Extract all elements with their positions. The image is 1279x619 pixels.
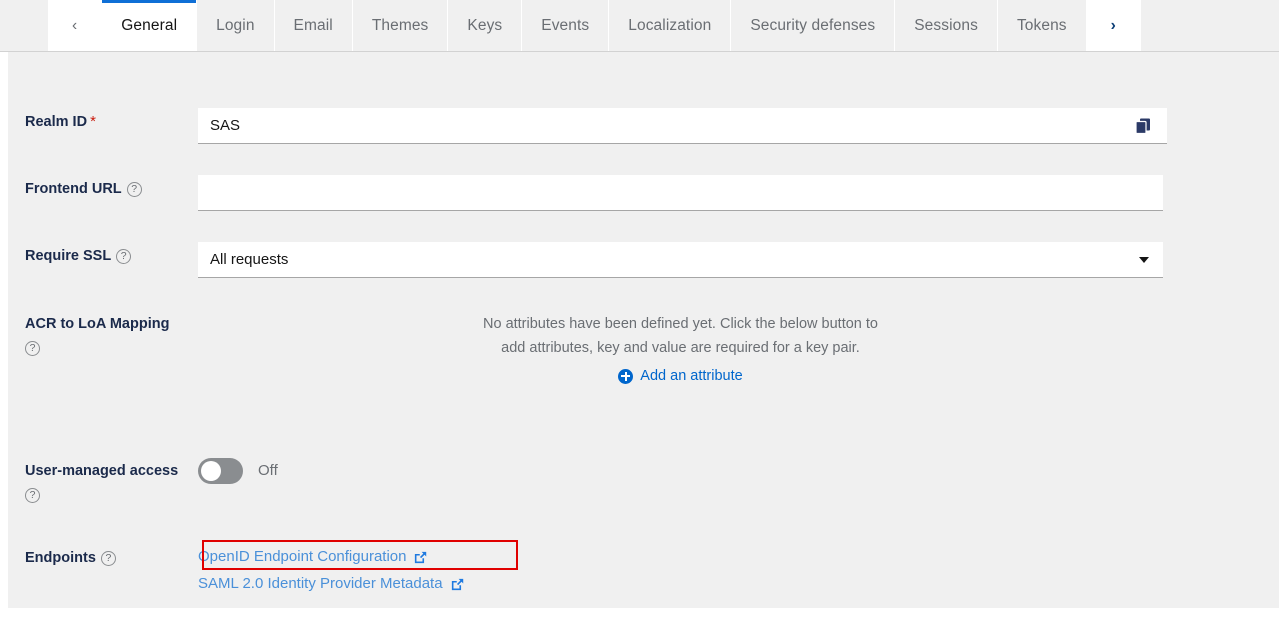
toggle-knob — [201, 461, 221, 481]
tab-general[interactable]: General — [102, 0, 197, 52]
required-marker: * — [90, 113, 96, 130]
endpoint-link-saml-metadata[interactable]: SAML 2.0 Identity Provider Metadata — [198, 571, 465, 597]
tab-label: Sessions — [914, 17, 978, 35]
tab-login[interactable]: Login — [197, 0, 274, 52]
tab-scroll-previous-button[interactable]: ‹ — [48, 0, 102, 52]
form-row-endpoints: Endpoints? OpenID Endpoint Configuration… — [8, 544, 465, 597]
endpoints-label: Endpoints? — [8, 544, 198, 568]
form-row-user-managed-access: User-managed access ? Off — [8, 457, 278, 503]
help-circle-icon[interactable]: ? — [116, 249, 131, 264]
form-row-acr-to-loa-mapping: ACR to LoA Mapping ? No attributes have … — [8, 310, 1163, 389]
tab-label: Security defenses — [750, 17, 875, 35]
tabbar-left-spacer — [0, 0, 48, 52]
add-an-attribute-button[interactable]: Add an attribute — [618, 368, 742, 384]
tab-label: Keys — [467, 17, 502, 35]
tab-tokens[interactable]: Tokens — [998, 0, 1087, 52]
user-managed-access-state: Off — [258, 458, 278, 484]
chevron-down-icon — [1139, 257, 1149, 263]
require-ssl-selected-value: All requests — [210, 242, 288, 278]
frontend-url-label: Frontend URL? — [8, 175, 198, 199]
endpoint-link-label: OpenID Endpoint Configuration — [198, 544, 406, 570]
endpoint-link-openid-configuration-wrapper: OpenID Endpoint Configuration — [198, 544, 465, 570]
tab-label: General — [121, 17, 177, 35]
plus-circle-icon — [618, 369, 633, 384]
tab-events[interactable]: Events — [522, 0, 609, 52]
external-link-icon — [450, 577, 465, 592]
endpoint-link-saml-metadata-wrapper: SAML 2.0 Identity Provider Metadata — [198, 571, 465, 597]
chevron-left-icon: ‹ — [72, 17, 77, 35]
acr-to-loa-label: ACR to LoA Mapping ? — [8, 310, 198, 356]
help-circle-icon[interactable]: ? — [25, 341, 40, 356]
endpoints-link-list: OpenID Endpoint Configuration SAML 2.0 I… — [198, 544, 465, 597]
tab-label: Themes — [372, 17, 429, 35]
realm-settings-tabbar: ‹ General Login Email Themes Keys Events… — [0, 0, 1279, 52]
tab-security-defenses[interactable]: Security defenses — [731, 0, 895, 52]
tabbar-right-spacer — [1141, 0, 1279, 52]
tab-scroll-next-button[interactable]: › — [1087, 0, 1141, 52]
tab-label: Localization — [628, 17, 711, 35]
user-managed-access-toggle[interactable] — [198, 458, 243, 484]
form-row-require-ssl: Require SSL? All requests — [8, 242, 1163, 278]
help-circle-icon[interactable]: ? — [101, 551, 116, 566]
frontend-url-input[interactable] — [198, 175, 1163, 211]
user-managed-access-label: User-managed access ? — [8, 457, 198, 503]
tab-localization[interactable]: Localization — [609, 0, 731, 52]
copy-icon — [1133, 116, 1153, 136]
endpoint-link-openid-configuration[interactable]: OpenID Endpoint Configuration — [198, 544, 428, 570]
help-circle-icon[interactable]: ? — [25, 488, 40, 503]
add-attribute-label: Add an attribute — [640, 368, 742, 384]
chevron-right-icon: › — [1111, 17, 1116, 35]
tab-label: Login — [216, 17, 254, 35]
endpoint-link-label: SAML 2.0 Identity Provider Metadata — [198, 571, 443, 597]
form-row-realm-id: Realm ID* SAS — [8, 108, 1167, 144]
general-settings-form: Realm ID* SAS Frontend URL? Require SSL? — [8, 52, 1279, 608]
acr-to-loa-empty-state: No attributes have been defined yet. Cli… — [198, 310, 1163, 389]
realm-settings-page: ‹ General Login Email Themes Keys Events… — [0, 0, 1279, 619]
tab-label: Email — [294, 17, 333, 35]
form-row-frontend-url: Frontend URL? — [8, 175, 1163, 211]
tab-label: Tokens — [1017, 17, 1067, 35]
external-link-icon — [413, 550, 428, 565]
help-circle-icon[interactable]: ? — [127, 182, 142, 197]
tab-email[interactable]: Email — [275, 0, 353, 52]
require-ssl-label: Require SSL? — [8, 242, 198, 266]
tab-sessions[interactable]: Sessions — [895, 0, 998, 52]
require-ssl-select[interactable]: All requests — [198, 242, 1163, 278]
tab-keys[interactable]: Keys — [448, 0, 522, 52]
tab-themes[interactable]: Themes — [353, 0, 449, 52]
tab-label: Events — [541, 17, 589, 35]
realm-id-input[interactable]: SAS — [198, 108, 1118, 144]
copy-realm-id-button[interactable] — [1118, 108, 1167, 144]
user-managed-access-control: Off — [198, 457, 278, 484]
realm-id-label: Realm ID* — [8, 108, 198, 132]
acr-to-loa-empty-text: No attributes have been defined yet. Cli… — [481, 312, 881, 360]
